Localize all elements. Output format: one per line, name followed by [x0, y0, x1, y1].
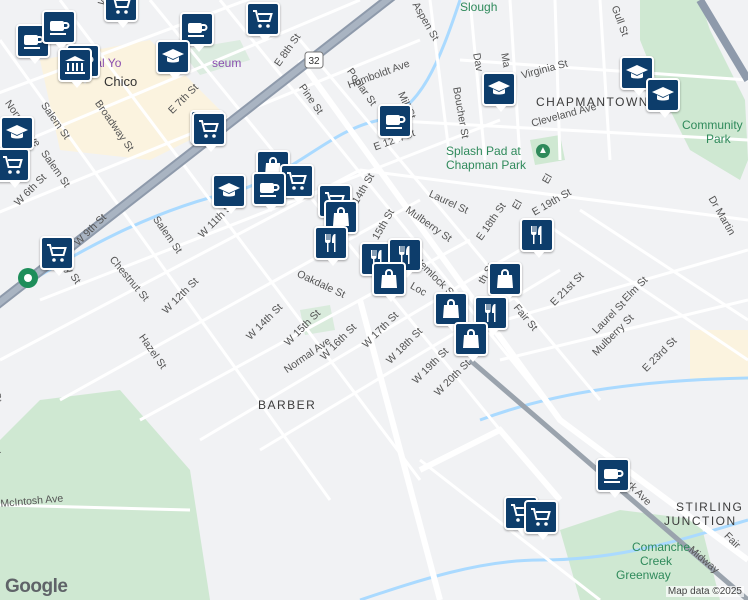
park-label[interactable]: Creek [640, 554, 672, 568]
museum-marker[interactable] [58, 48, 92, 88]
street-label: Ma [498, 52, 513, 69]
shopping-bag-marker[interactable] [372, 262, 406, 302]
school-marker[interactable] [0, 116, 34, 156]
shopping-cart-marker[interactable] [104, 0, 138, 28]
route-32-shield: 32 [304, 51, 324, 69]
park-label[interactable]: Slough [460, 0, 497, 14]
coffee-cup-marker[interactable] [596, 458, 630, 498]
svg-text:32: 32 [308, 56, 320, 67]
school-marker[interactable] [482, 72, 516, 112]
restaurant-marker[interactable] [314, 226, 348, 266]
park-label[interactable]: Comanche [632, 540, 690, 554]
coffee-cup-marker[interactable] [252, 172, 286, 212]
place-label[interactable]: Chico [104, 74, 137, 89]
coffee-cup-marker[interactable] [42, 10, 76, 50]
shopping-cart-marker[interactable] [524, 500, 558, 540]
park-label[interactable]: Splash Pad at [446, 144, 521, 158]
map-attribution[interactable]: Map data ©2025 [665, 586, 744, 597]
park-label[interactable]: Greenway [616, 568, 671, 582]
google-logo: Google [5, 576, 68, 597]
shopping-bag-marker[interactable] [488, 262, 522, 302]
park-label[interactable]: Park [706, 132, 731, 146]
shopping-cart-marker[interactable] [0, 148, 30, 188]
area-label: STIRLING [676, 500, 744, 514]
shopping-cart-marker[interactable] [192, 112, 226, 152]
shopping-bag-marker[interactable] [434, 292, 468, 332]
school-marker[interactable] [646, 78, 680, 118]
shopping-bag-marker[interactable] [454, 322, 488, 362]
school-marker[interactable] [156, 40, 190, 80]
park-label[interactable]: Chapman Park [446, 158, 526, 172]
location-pin[interactable] [18, 268, 38, 288]
restaurant-marker[interactable] [520, 218, 554, 258]
shopping-cart-marker[interactable] [40, 236, 74, 276]
area-label: BARBER [258, 398, 317, 412]
place-label[interactable]: seum [212, 56, 241, 70]
park-tree-icon: ▲ [536, 144, 550, 158]
coffee-cup-marker[interactable] [378, 104, 412, 144]
shopping-cart-marker[interactable] [246, 2, 280, 42]
school-marker[interactable] [212, 174, 246, 214]
park-label[interactable]: Community [682, 118, 743, 132]
area-label: JUNCTION [664, 514, 737, 528]
